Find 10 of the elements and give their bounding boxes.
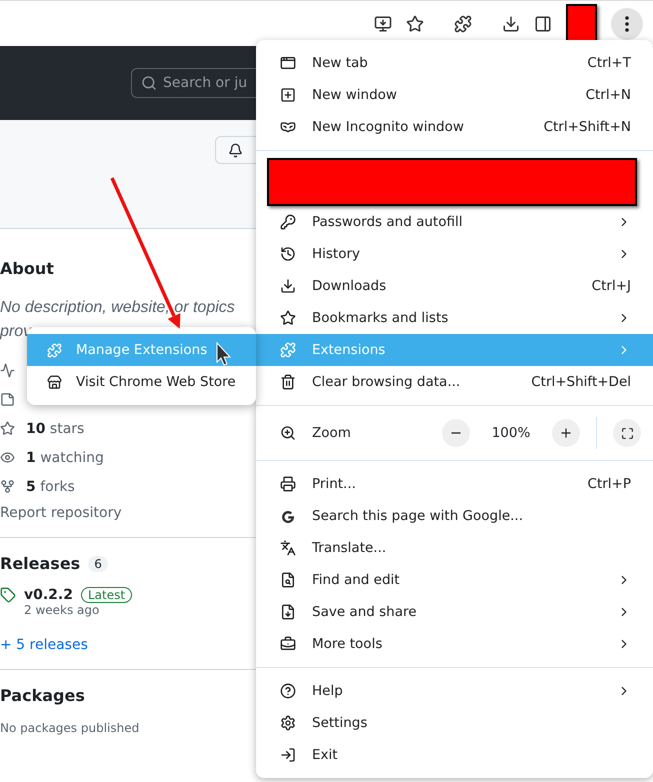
search-placeholder: Search or ju (163, 75, 248, 91)
packages-heading: Packages (0, 686, 86, 705)
packages-text: No packages published (0, 721, 140, 735)
releases-heading: Releases (0, 554, 80, 573)
latest-badge: Latest (81, 587, 132, 603)
zoom-label: Zoom (312, 425, 352, 441)
zoom-value: 100% (490, 425, 532, 441)
releases-count: 6 (88, 556, 108, 572)
about-heading: About (0, 259, 55, 278)
release-date: 2 weeks ago (24, 603, 100, 617)
